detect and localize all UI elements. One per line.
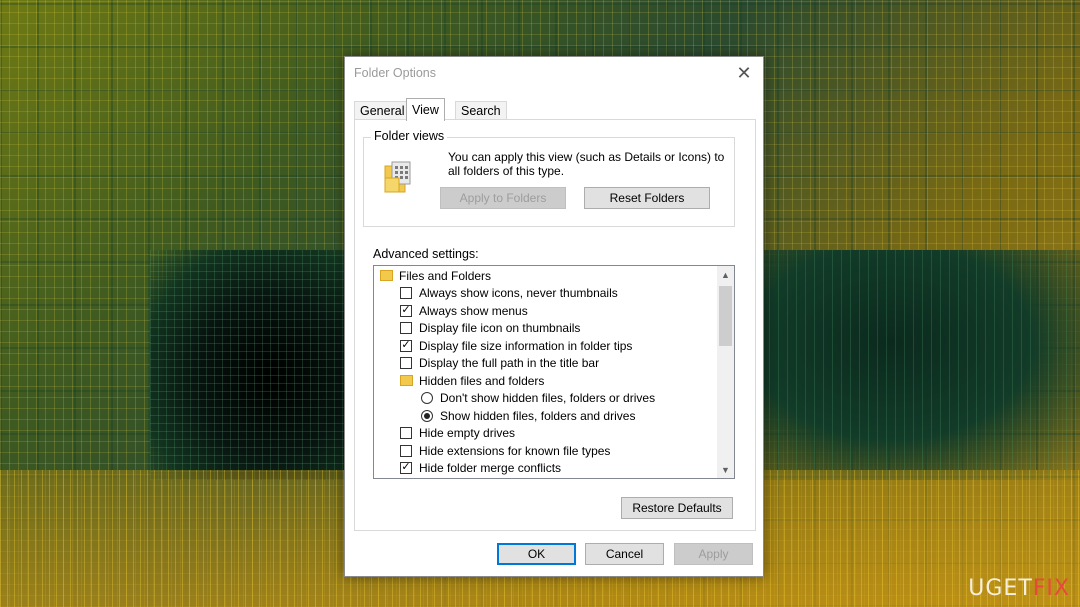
- folder-views-label: Folder views: [371, 129, 448, 143]
- tree-item-label: Hide empty drives: [419, 425, 516, 440]
- checkbox-checked-icon[interactable]: ✓: [400, 339, 412, 352]
- tree-item-label: Hide folder merge conflicts: [419, 460, 562, 475]
- tab-general[interactable]: General: [354, 101, 411, 120]
- tab-view[interactable]: View: [406, 98, 445, 121]
- close-button[interactable]: ✕: [731, 61, 757, 85]
- tree-item-dont-show-hidden[interactable]: Don't show hidden files, folders or driv…: [421, 389, 655, 406]
- checkbox-checked-icon[interactable]: ✓: [400, 304, 412, 317]
- checkbox-icon[interactable]: [400, 321, 412, 334]
- tree-item-display-file-icon[interactable]: Display file icon on thumbnails: [400, 319, 580, 336]
- window-title: Folder Options: [354, 66, 436, 80]
- tree-item-label: Display file size information in folder …: [419, 338, 633, 353]
- scroll-down-icon[interactable]: ▼: [717, 461, 734, 478]
- reset-folders-button[interactable]: Reset Folders: [584, 187, 710, 209]
- tree-item-label: Always show icons, never thumbnails: [419, 285, 618, 300]
- apply-to-folders-button[interactable]: Apply to Folders: [440, 187, 566, 209]
- advanced-settings-tree[interactable]: Files and Folders Always show icons, nev…: [373, 265, 735, 479]
- checkbox-icon[interactable]: [400, 286, 412, 299]
- tree-item-label: Files and Folders: [399, 268, 492, 283]
- ugetfix-watermark: UGETFIX: [968, 576, 1070, 601]
- cancel-button[interactable]: Cancel: [585, 543, 664, 565]
- radio-selected-icon[interactable]: [421, 409, 433, 422]
- tree-item-label: Always show menus: [419, 303, 528, 318]
- tree-item-display-file-size[interactable]: ✓ Display file size information in folde…: [400, 337, 632, 354]
- radio-icon[interactable]: [421, 391, 433, 404]
- tree-item-label: Display the full path in the title bar: [419, 355, 600, 370]
- folder-icon: [400, 375, 413, 386]
- background-dark-region: [150, 250, 370, 480]
- close-icon: ✕: [736, 62, 752, 83]
- scroll-up-icon[interactable]: ▲: [717, 266, 734, 283]
- tree-folder-files-and-folders[interactable]: Files and Folders: [380, 267, 491, 284]
- tree-item-label: Display file icon on thumbnails: [419, 320, 581, 335]
- checkbox-icon[interactable]: [400, 356, 412, 369]
- folder-views-description: You can apply this view (such as Details…: [448, 150, 725, 178]
- tree-scrollbar[interactable]: ▲ ▼: [717, 266, 734, 478]
- tree-item-hide-merge-conflicts[interactable]: ✓ Hide folder merge conflicts: [400, 459, 561, 476]
- tree-item-display-full-path[interactable]: Display the full path in the title bar: [400, 354, 599, 371]
- tree-item-always-show-icons[interactable]: Always show icons, never thumbnails: [400, 284, 618, 301]
- tree-item-hide-extensions[interactable]: Hide extensions for known file types: [400, 442, 610, 459]
- title-bar: Folder Options ✕: [345, 57, 763, 89]
- folder-options-dialog: Folder Options ✕ General View Search Fol…: [344, 56, 764, 577]
- ok-button[interactable]: OK: [497, 543, 576, 565]
- tree-item-label: Don't show hidden files, folders or driv…: [440, 390, 656, 405]
- tree-folder-hidden-files[interactable]: Hidden files and folders: [400, 372, 544, 389]
- tree-item-always-show-menus[interactable]: ✓ Always show menus: [400, 302, 528, 319]
- apply-button[interactable]: Apply: [674, 543, 753, 565]
- restore-defaults-button[interactable]: Restore Defaults: [621, 497, 733, 519]
- folder-icon: [380, 270, 393, 281]
- advanced-settings-label: Advanced settings:: [373, 247, 479, 261]
- tree-item-label: Hide extensions for known file types: [419, 443, 611, 458]
- tab-search[interactable]: Search: [455, 101, 507, 120]
- folder-views-icon: [384, 161, 411, 193]
- tree-item-hide-empty-drives[interactable]: Hide empty drives: [400, 424, 515, 441]
- scroll-thumb[interactable]: [719, 286, 732, 346]
- checkbox-icon[interactable]: [400, 444, 412, 457]
- folder-views-group: Folder views You can apply this view (su…: [363, 129, 735, 227]
- tree-item-label: Hidden files and folders: [419, 373, 545, 388]
- tree-item-label: Show hidden files, folders and drives: [440, 408, 636, 423]
- tree-item-show-hidden[interactable]: Show hidden files, folders and drives: [421, 407, 635, 424]
- checkbox-icon[interactable]: [400, 426, 412, 439]
- checkbox-checked-icon[interactable]: ✓: [400, 461, 412, 474]
- background-dark-region-right: [760, 250, 1080, 480]
